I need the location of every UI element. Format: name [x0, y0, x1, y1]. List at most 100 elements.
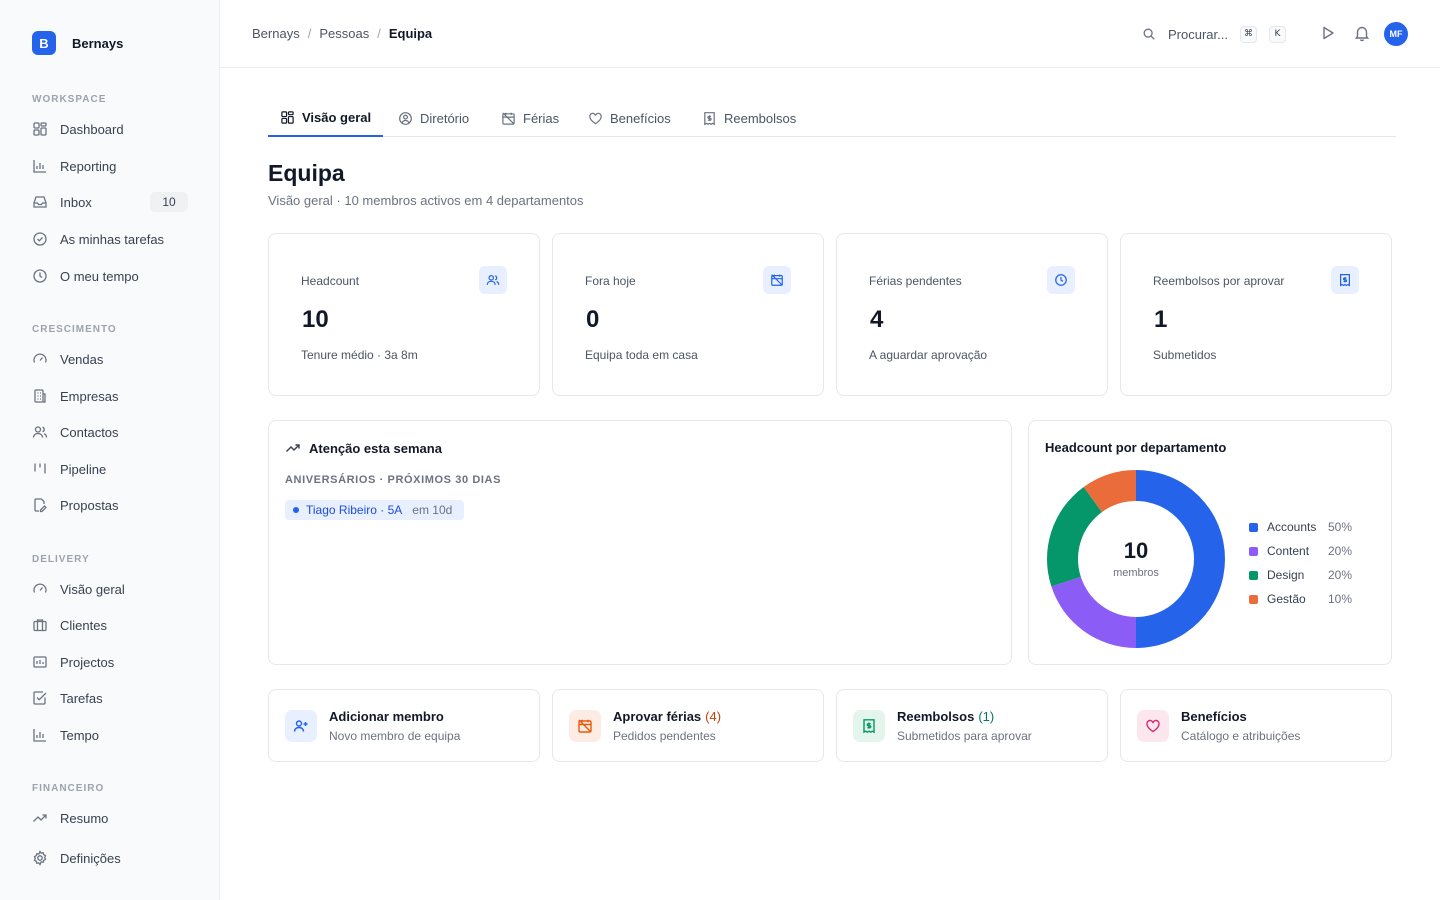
breadcrumb-current: Equipa [388, 26, 433, 41]
department-panel: Headcount por departamento 10 membros Ac… [1028, 420, 1392, 665]
brand[interactable]: B Bernays [32, 31, 123, 55]
legend-label: Accounts [1267, 520, 1317, 534]
action-title-text: Benefícios [1181, 709, 1247, 724]
sidebar-item-clientes[interactable]: Clientes [24, 610, 188, 640]
stat-value: 0 [586, 306, 600, 333]
sidebar-item-reporting[interactable]: Reporting [24, 151, 188, 181]
attention-panel: Atenção esta semana ANIVERSÁRIOS · PRÓXI… [268, 420, 1012, 665]
top-header: Bernays / Pessoas / Equipa Procurar... ⌘… [220, 0, 1440, 68]
breadcrumb: Bernays / Pessoas / Equipa [252, 26, 432, 41]
sidebar-item-resumo[interactable]: Resumo [24, 803, 188, 833]
action-subtitle: Novo membro de equipa [329, 729, 461, 743]
birthday-chip[interactable]: Tiago Ribeiro · 5A em 10d [285, 500, 465, 520]
sidebar-item-contactos[interactable]: Contactos [24, 417, 188, 447]
sidebar-item-tarefas[interactable]: Tarefas [24, 683, 188, 713]
briefcase-icon [33, 619, 47, 632]
chip-when: em 10d [412, 503, 453, 517]
page-subtitle: Visão geral · 10 membros activos em 4 de… [268, 193, 584, 208]
sidebar-item-empresas[interactable]: Empresas [24, 381, 188, 411]
play-icon[interactable] [1319, 24, 1337, 42]
sidebar-item-label: Visão geral [60, 581, 125, 597]
legend-swatch [1249, 570, 1258, 580]
stat-icon-wrap [763, 266, 791, 294]
inbox-count-badge: 10 [150, 192, 188, 212]
sidebar-item-projectos[interactable]: Projectos [24, 647, 188, 677]
nav-section-financeiro: FINANCEIRO [32, 783, 105, 794]
sidebar-item-my-tasks[interactable]: As minhas tarefas [24, 224, 188, 254]
sidebar-item-tempo[interactable]: Tempo [24, 720, 188, 750]
search-button[interactable]: Procurar... ⌘ K [1142, 22, 1286, 46]
sidebar-item-label: Vendas [60, 351, 104, 367]
action-add-member[interactable]: Adicionar membro Novo membro de equipa [268, 689, 540, 762]
legend-label: Gestão [1267, 592, 1306, 606]
stat-icon-wrap [1331, 266, 1359, 294]
search-icon [1143, 28, 1155, 40]
receipt-icon [704, 112, 715, 126]
tab-directory[interactable]: Diretório [386, 100, 481, 137]
sidebar-item-label: Empresas [60, 388, 119, 404]
legend-value: 50% [1328, 520, 1353, 534]
action-reimbursements[interactable]: Reembolsos (1) Submetidos para aprovar [836, 689, 1108, 762]
sidebar-item-my-time[interactable]: O meu tempo [24, 261, 188, 291]
action-icon-wrap [285, 710, 317, 742]
gauge-icon [33, 353, 47, 363]
legend-value: 20% [1328, 544, 1353, 558]
breadcrumb-item[interactable]: Pessoas [319, 26, 369, 41]
chip-text: Tiago Ribeiro · 5A [306, 503, 403, 517]
tab-overview[interactable]: Visão geral [268, 100, 384, 137]
sidebar-item-dashboard[interactable]: Dashboard [24, 114, 188, 144]
grid-icon [33, 122, 47, 136]
sidebar-item-label: Tarefas [60, 690, 103, 706]
inbox-icon [33, 196, 47, 208]
breadcrumb-item[interactable]: Bernays [252, 26, 300, 41]
tab-label: Visão geral [302, 110, 372, 125]
sidebar-item-delivery-overview[interactable]: Visão geral [24, 574, 188, 604]
birthdays-section-label: ANIVERSÁRIOS · PRÓXIMOS 30 DIAS [285, 474, 502, 486]
nav-section-delivery: DELIVERY [32, 554, 90, 565]
heart-icon [1146, 719, 1160, 733]
sidebar-item-pipeline[interactable]: Pipeline [24, 454, 188, 484]
brand-logo: B [32, 31, 56, 55]
sidebar-item-definicoes[interactable]: Definições [24, 843, 188, 873]
stat-value: 4 [870, 306, 884, 333]
action-title-text: Reembolsos [897, 709, 975, 724]
action-title: Adicionar membro [329, 709, 448, 724]
stat-value: 1 [1154, 306, 1168, 333]
users-icon [32, 426, 48, 438]
document-edit-icon [34, 498, 47, 513]
tab-label: Férias [523, 111, 560, 126]
sidebar-item-vendas[interactable]: Vendas [24, 344, 188, 374]
chip-dot [293, 507, 299, 513]
sidebar: B Bernays WORKSPACE Dashboard Reporting … [0, 0, 220, 900]
breadcrumb-separator: / [307, 26, 312, 41]
tab-benefits[interactable]: Benefícios [576, 100, 683, 137]
receipt-icon [1340, 273, 1350, 287]
stat-card-headcount: Headcount 10 Tenure médio · 3a 8m [268, 233, 540, 396]
trend-icon [33, 814, 47, 822]
tab-vacations[interactable]: Férias [489, 100, 571, 137]
action-title: Aprovar férias (4) [613, 709, 721, 724]
stat-card-pending-vacations: Férias pendentes 4 A aguardar aprovação [836, 233, 1108, 396]
receipt-icon [863, 719, 875, 734]
tab-reimbursements[interactable]: Reembolsos [690, 100, 808, 137]
bell-icon[interactable] [1353, 24, 1371, 42]
stat-description: Submetidos [1153, 348, 1217, 362]
page-title: Equipa [268, 160, 345, 186]
action-benefits[interactable]: Benefícios Catálogo e atribuições [1120, 689, 1392, 762]
sidebar-item-inbox[interactable]: Inbox 10 [24, 187, 188, 217]
action-subtitle: Pedidos pendentes [613, 729, 716, 743]
user-avatar[interactable]: MF [1384, 22, 1408, 46]
legend-item: Accounts 50% [1249, 515, 1352, 539]
panel-title: Headcount por departamento [1045, 440, 1227, 455]
tab-bar: Visão geral Diretório Férias Benefícios … [268, 100, 1396, 137]
sidebar-item-propostas[interactable]: Propostas [24, 490, 188, 520]
legend-value: 10% [1328, 592, 1353, 606]
legend-swatch [1249, 546, 1258, 556]
action-icon-wrap [569, 710, 601, 742]
tab-label: Benefícios [610, 111, 671, 126]
clock-icon [33, 269, 47, 283]
action-title: Reembolsos (1) [897, 709, 994, 724]
action-approve-vacations[interactable]: Aprovar férias (4) Pedidos pendentes [552, 689, 824, 762]
donut-total-label: membros [1113, 566, 1159, 579]
sidebar-item-label: Dashboard [60, 121, 124, 137]
